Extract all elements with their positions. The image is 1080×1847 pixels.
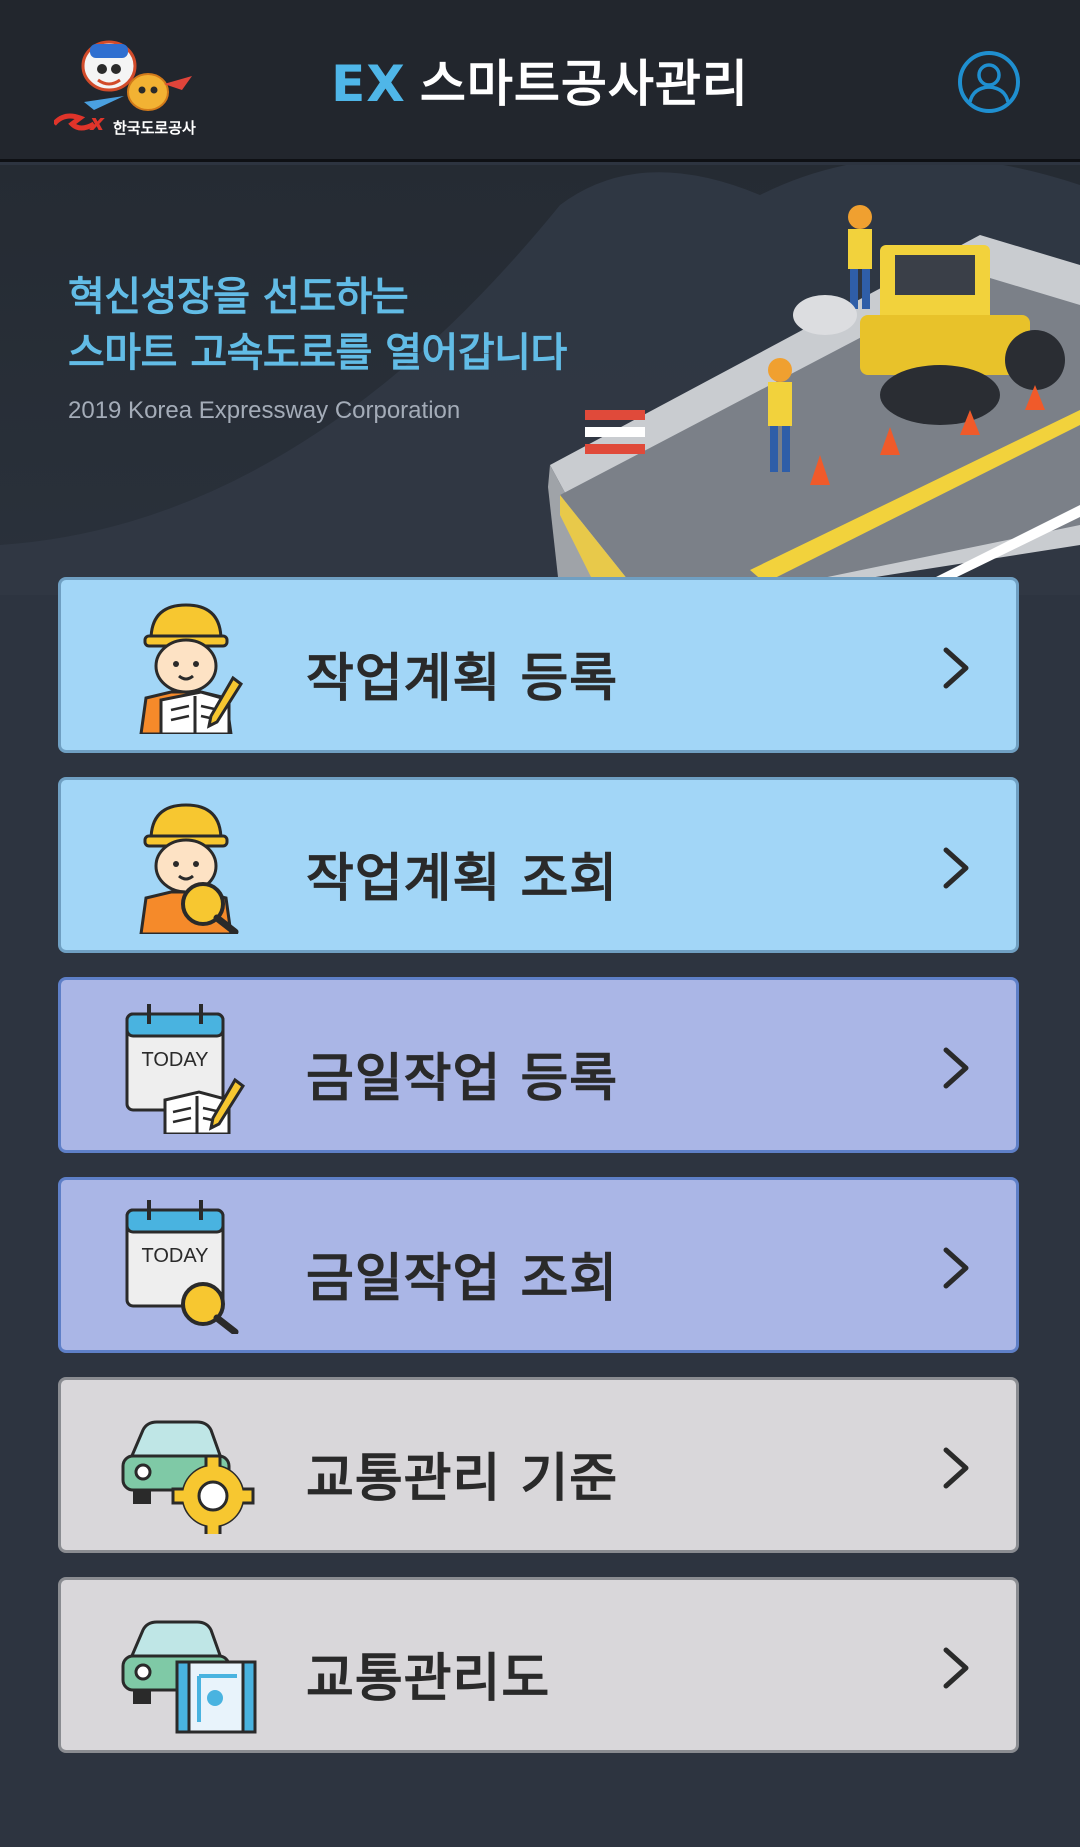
menu-label: 금일작업 조회 <box>306 1249 619 1309</box>
menu-label: 교통관리도 <box>306 1649 551 1709</box>
menu-today-work-register-button[interactable]: TODAY 금일작업 등록 <box>58 977 1019 1153</box>
logo-company-name: 한국도로공사 <box>113 119 196 137</box>
user-profile-icon[interactable] <box>957 50 1021 114</box>
top-bar: x 한국도로공사 EX 스마트공사관리 <box>0 0 1080 162</box>
today-calendar-search-icon: TODAY <box>125 1200 239 1334</box>
chevron-right-icon <box>943 847 969 889</box>
hero-banner: 혁신성장을 선도하는 스마트 고속도로를 열어갑니다 2019 Korea Ex… <box>0 165 1080 595</box>
chevron-right-icon <box>943 1047 969 1089</box>
today-icon-text: TODAY <box>141 1049 208 1071</box>
menu-today-work-search-button[interactable]: TODAY 금일작업 조회 <box>58 1177 1019 1353</box>
menu-work-plan-search-button[interactable]: 작업계획 조회 <box>58 777 1019 953</box>
app-title-prefix: EX <box>331 55 406 113</box>
app-title: EX 스마트공사관리 <box>0 44 1080 116</box>
hero-subtitle: 2019 Korea Expressway Corporation <box>68 397 461 424</box>
today-icon-text: TODAY <box>141 1245 208 1267</box>
worker-book-icon <box>139 603 244 734</box>
menu-label: 금일작업 등록 <box>306 1049 619 1109</box>
app-title-main: 스마트공사관리 <box>419 55 749 113</box>
road-construction-illustration <box>0 165 1080 595</box>
car-map-icon <box>121 1620 257 1734</box>
today-calendar-book-icon: TODAY <box>125 1004 246 1134</box>
car-gear-icon <box>121 1420 255 1534</box>
menu-label: 교통관리 기준 <box>306 1449 619 1509</box>
chevron-right-icon <box>943 1447 969 1489</box>
menu-label: 작업계획 조회 <box>306 849 619 909</box>
menu-work-plan-register-button[interactable]: 작업계획 등록 <box>58 577 1019 753</box>
worker-search-icon <box>139 803 239 934</box>
chevron-right-icon <box>943 1647 969 1689</box>
hero-headline-line1: 혁신성장을 선도하는 <box>68 274 409 320</box>
hero-headline-line2: 스마트 고속도로를 열어갑니다 <box>68 330 567 376</box>
menu-label: 작업계획 등록 <box>306 649 619 709</box>
chevron-right-icon <box>943 1247 969 1289</box>
menu-traffic-map-button[interactable]: 교통관리도 <box>58 1577 1019 1753</box>
menu-traffic-standard-button[interactable]: 교통관리 기준 <box>58 1377 1019 1553</box>
chevron-right-icon <box>943 647 969 689</box>
